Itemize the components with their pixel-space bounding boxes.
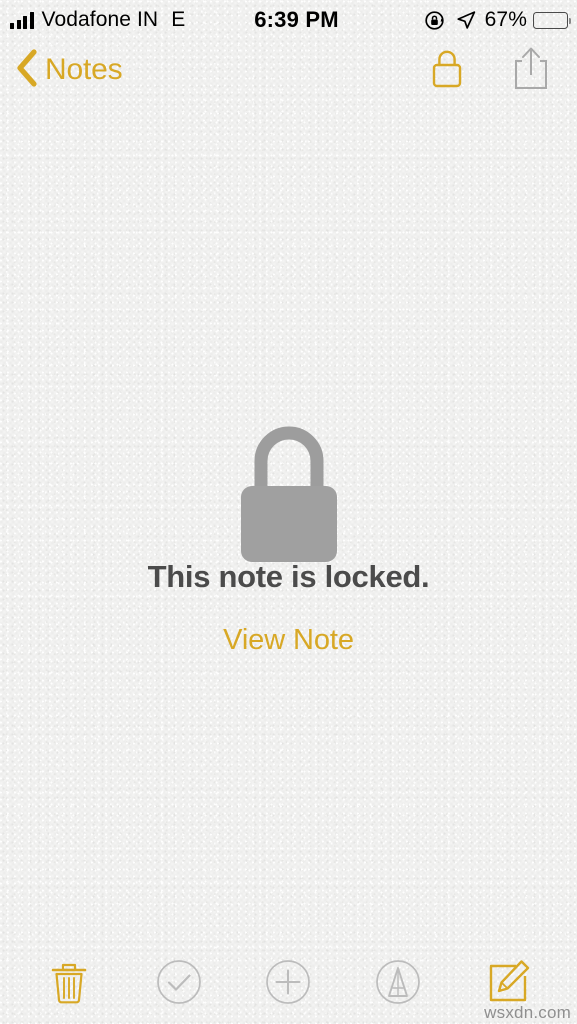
back-to-notes-button[interactable]: Notes	[14, 48, 123, 93]
clock-label: 6:39 PM	[254, 7, 339, 32]
lock-note-button[interactable]	[427, 45, 467, 96]
share-icon	[511, 44, 551, 97]
checklist-button[interactable]	[148, 953, 210, 1015]
battery-percent-label: 67%	[484, 8, 527, 31]
back-button-label: Notes	[45, 53, 123, 86]
lock-icon	[427, 45, 467, 96]
network-type-label: E	[171, 8, 186, 31]
rotation-lock-icon	[424, 10, 445, 31]
checkmark-circle-icon	[155, 958, 203, 1011]
status-bar: Vodafone IN E 6:39 PM 67%	[0, 0, 577, 40]
locked-note-content: This note is locked. View Note	[0, 100, 577, 950]
notes-app-screen: Vodafone IN E 6:39 PM 67% Notes This not…	[0, 0, 577, 1024]
delete-button[interactable]	[38, 953, 100, 1015]
padlock-icon	[0, 403, 577, 563]
location-arrow-icon	[456, 10, 476, 30]
share-button[interactable]	[511, 44, 551, 97]
markup-button[interactable]	[367, 953, 429, 1015]
status-bar-center: 6:39 PM	[185, 7, 423, 33]
trash-icon	[47, 957, 91, 1012]
signal-bars-icon	[10, 11, 34, 29]
battery-icon	[533, 11, 572, 29]
status-bar-right: 67%	[424, 8, 572, 32]
locked-note-title: This note is locked.	[147, 559, 430, 594]
carrier-label: Vodafone IN	[41, 8, 159, 31]
chevron-left-icon	[14, 48, 40, 93]
navigation-bar: Notes	[0, 40, 577, 100]
plus-circle-icon	[264, 958, 312, 1011]
site-watermark: wsxdn.com	[484, 1003, 571, 1022]
view-note-link[interactable]: View Note	[0, 624, 577, 657]
add-button[interactable]	[257, 953, 319, 1015]
markup-pen-circle-icon	[374, 958, 422, 1011]
status-bar-left: Vodafone IN E	[10, 8, 185, 32]
